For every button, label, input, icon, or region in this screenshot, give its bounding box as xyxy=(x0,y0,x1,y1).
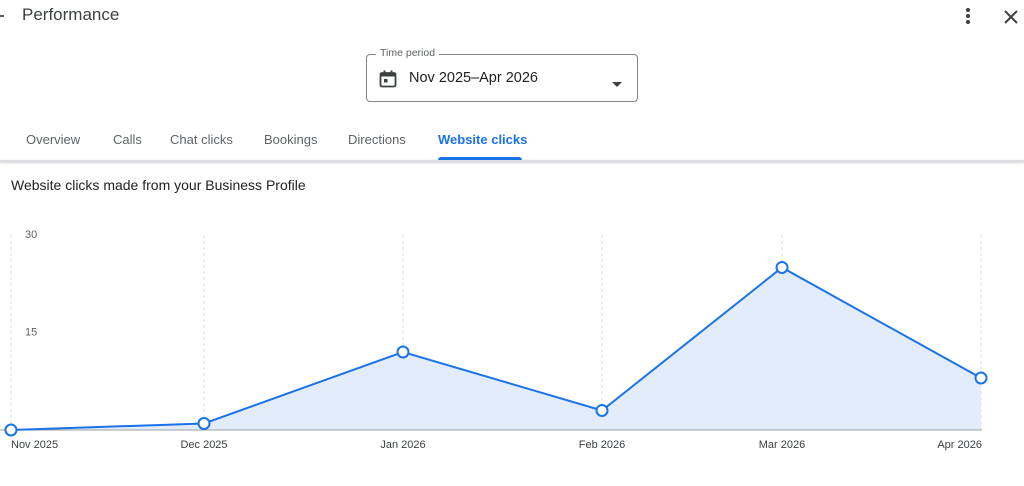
x-tick-label: Nov 2025 xyxy=(11,439,58,451)
x-tick-label: Apr 2026 xyxy=(937,439,982,451)
data-point-3 xyxy=(595,404,609,417)
x-tick-label: Mar 2026 xyxy=(759,439,805,451)
data-point-0 xyxy=(4,423,18,437)
y-tick-label: 30 xyxy=(25,229,37,241)
y-tick-label: 15 xyxy=(25,327,37,339)
data-point-5 xyxy=(974,371,988,385)
data-point-4 xyxy=(775,261,789,274)
data-point-2 xyxy=(396,345,410,359)
area-fill xyxy=(11,267,981,430)
x-tick-label: Feb 2026 xyxy=(579,439,625,451)
data-point-1 xyxy=(197,417,211,430)
x-tick-label: Dec 2025 xyxy=(180,439,227,451)
website-clicks-chart: 15 30 Nov 2025 Dec 2025 Jan 2026 Feb 2026 Mar … xyxy=(0,229,988,451)
x-tick-label: Jan 2026 xyxy=(380,439,425,451)
